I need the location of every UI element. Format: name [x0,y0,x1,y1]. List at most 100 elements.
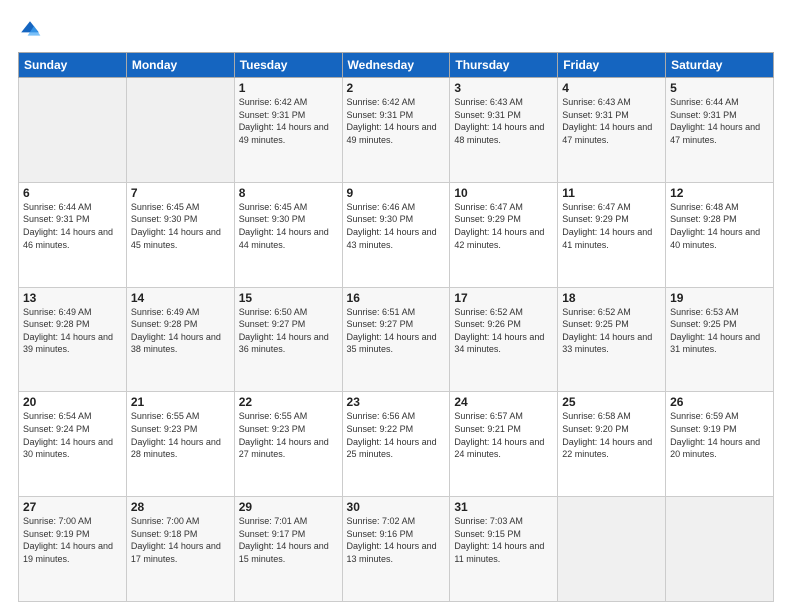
calendar-cell: 10 Sunrise: 6:47 AMSunset: 9:29 PMDayligh… [450,182,558,287]
calendar: SundayMondayTuesdayWednesdayThursdayFrid… [18,52,774,602]
calendar-cell: 25Sunrise: 6:58 AMSunset: 9:20 PMDayligh… [558,392,666,497]
calendar-week-2: 6 Sunrise: 6:44 AMSunset: 9:31 PMDaylight… [19,182,774,287]
day-number: 9 [347,186,446,200]
day-number: 22 [239,395,338,409]
calendar-cell: 21 Sunrise: 6:55 AMSunset: 9:23 PMDayligh… [126,392,234,497]
weekday-header-wednesday: Wednesday [342,53,450,78]
day-number: 18 [562,291,661,305]
day-info: Sunrise: 7:02 AMSunset: 9:16 PMDaylight:… [347,516,437,564]
day-number: 27 [23,500,122,514]
day-number: 19 [670,291,769,305]
day-info: Sunrise: 6:44 AMSunset: 9:31 PMDaylight:… [670,97,760,145]
day-number: 23 [347,395,446,409]
calendar-cell: 15Sunrise: 6:50 AMSunset: 9:27 PMDayligh… [234,287,342,392]
day-number: 31 [454,500,553,514]
calendar-cell: 31 Sunrise: 7:03 AMSunset: 9:15 PMDayligh… [450,497,558,602]
day-number: 14 [131,291,230,305]
calendar-cell: 30 Sunrise: 7:02 AMSunset: 9:16 PMDayligh… [342,497,450,602]
calendar-cell: 1 Sunrise: 6:42 AMSunset: 9:31 PMDaylight… [234,78,342,183]
calendar-week-4: 20 Sunrise: 6:54 AMSunset: 9:24 PMDayligh… [19,392,774,497]
calendar-cell: 9Sunrise: 6:46 AMSunset: 9:30 PMDaylight… [342,182,450,287]
day-number: 26 [670,395,769,409]
day-number: 15 [239,291,338,305]
calendar-cell: 29 Sunrise: 7:01 AMSunset: 9:17 PMDayligh… [234,497,342,602]
calendar-cell: 8 Sunrise: 6:45 AMSunset: 9:30 PMDaylight… [234,182,342,287]
day-number: 29 [239,500,338,514]
weekday-header-tuesday: Tuesday [234,53,342,78]
day-info: Sunrise: 6:55 AMSunset: 9:23 PMDaylight:… [239,411,329,459]
calendar-cell: 7 Sunrise: 6:45 AMSunset: 9:30 PMDaylight… [126,182,234,287]
calendar-cell: 4 Sunrise: 6:43 AMSunset: 9:31 PMDaylight… [558,78,666,183]
calendar-cell: 2 Sunrise: 6:42 AMSunset: 9:31 PMDaylight… [342,78,450,183]
day-info: Sunrise: 6:57 AMSunset: 9:21 PMDaylight:… [454,411,544,459]
calendar-cell: 14 Sunrise: 6:49 AMSunset: 9:28 PMDayligh… [126,287,234,392]
weekday-header-thursday: Thursday [450,53,558,78]
day-number: 1 [239,81,338,95]
day-number: 5 [670,81,769,95]
day-info: Sunrise: 6:52 AMSunset: 9:25 PMDaylight:… [562,307,652,355]
day-info: Sunrise: 6:44 AMSunset: 9:31 PMDaylight:… [23,202,113,250]
calendar-week-3: 13 Sunrise: 6:49 AMSunset: 9:28 PMDayligh… [19,287,774,392]
calendar-cell: 27 Sunrise: 7:00 AMSunset: 9:19 PMDayligh… [19,497,127,602]
day-info: Sunrise: 7:03 AMSunset: 9:15 PMDaylight:… [454,516,544,564]
page: SundayMondayTuesdayWednesdayThursdayFrid… [0,0,792,612]
calendar-cell: 19Sunrise: 6:53 AMSunset: 9:25 PMDayligh… [666,287,774,392]
calendar-cell: 22 Sunrise: 6:55 AMSunset: 9:23 PMDayligh… [234,392,342,497]
day-number: 8 [239,186,338,200]
calendar-cell: 5 Sunrise: 6:44 AMSunset: 9:31 PMDaylight… [666,78,774,183]
day-info: Sunrise: 7:00 AMSunset: 9:18 PMDaylight:… [131,516,221,564]
calendar-cell: 18 Sunrise: 6:52 AMSunset: 9:25 PMDayligh… [558,287,666,392]
calendar-cell: 11Sunrise: 6:47 AMSunset: 9:29 PMDayligh… [558,182,666,287]
day-number: 10 [454,186,553,200]
calendar-cell: 12 Sunrise: 6:48 AMSunset: 9:28 PMDayligh… [666,182,774,287]
day-number: 13 [23,291,122,305]
day-info: Sunrise: 6:43 AMSunset: 9:31 PMDaylight:… [454,97,544,145]
calendar-cell: 16 Sunrise: 6:51 AMSunset: 9:27 PMDayligh… [342,287,450,392]
day-info: Sunrise: 6:42 AMSunset: 9:31 PMDaylight:… [347,97,437,145]
calendar-cell [126,78,234,183]
calendar-cell: 6 Sunrise: 6:44 AMSunset: 9:31 PMDaylight… [19,182,127,287]
day-info: Sunrise: 7:01 AMSunset: 9:17 PMDaylight:… [239,516,329,564]
calendar-cell [19,78,127,183]
day-info: Sunrise: 6:56 AMSunset: 9:22 PMDaylight:… [347,411,437,459]
day-info: Sunrise: 6:55 AMSunset: 9:23 PMDaylight:… [131,411,221,459]
calendar-cell: 28 Sunrise: 7:00 AMSunset: 9:18 PMDayligh… [126,497,234,602]
calendar-cell: 26Sunrise: 6:59 AMSunset: 9:19 PMDayligh… [666,392,774,497]
day-info: Sunrise: 6:49 AMSunset: 9:28 PMDaylight:… [23,307,113,355]
day-info: Sunrise: 6:42 AMSunset: 9:31 PMDaylight:… [239,97,329,145]
day-number: 12 [670,186,769,200]
day-number: 2 [347,81,446,95]
day-info: Sunrise: 6:58 AMSunset: 9:20 PMDaylight:… [562,411,652,459]
calendar-cell: 24Sunrise: 6:57 AMSunset: 9:21 PMDayligh… [450,392,558,497]
calendar-cell: 20 Sunrise: 6:54 AMSunset: 9:24 PMDayligh… [19,392,127,497]
day-number: 4 [562,81,661,95]
day-info: Sunrise: 6:45 AMSunset: 9:30 PMDaylight:… [131,202,221,250]
day-info: Sunrise: 6:47 AMSunset: 9:29 PMDaylight:… [562,202,652,250]
calendar-week-1: 1 Sunrise: 6:42 AMSunset: 9:31 PMDaylight… [19,78,774,183]
day-number: 3 [454,81,553,95]
header [18,18,774,42]
day-info: Sunrise: 6:49 AMSunset: 9:28 PMDaylight:… [131,307,221,355]
day-info: Sunrise: 6:47 AMSunset: 9:29 PMDaylight:… [454,202,544,250]
weekday-header-sunday: Sunday [19,53,127,78]
weekday-header-friday: Friday [558,53,666,78]
calendar-cell [558,497,666,602]
logo [18,18,46,42]
calendar-cell: 3 Sunrise: 6:43 AMSunset: 9:31 PMDaylight… [450,78,558,183]
calendar-cell: 13 Sunrise: 6:49 AMSunset: 9:28 PMDayligh… [19,287,127,392]
day-number: 16 [347,291,446,305]
day-number: 30 [347,500,446,514]
day-info: Sunrise: 6:54 AMSunset: 9:24 PMDaylight:… [23,411,113,459]
day-info: Sunrise: 6:43 AMSunset: 9:31 PMDaylight:… [562,97,652,145]
day-number: 6 [23,186,122,200]
day-number: 28 [131,500,230,514]
day-number: 20 [23,395,122,409]
day-info: Sunrise: 6:51 AMSunset: 9:27 PMDaylight:… [347,307,437,355]
day-info: Sunrise: 7:00 AMSunset: 9:19 PMDaylight:… [23,516,113,564]
day-info: Sunrise: 6:45 AMSunset: 9:30 PMDaylight:… [239,202,329,250]
day-number: 21 [131,395,230,409]
weekday-header-monday: Monday [126,53,234,78]
day-info: Sunrise: 6:48 AMSunset: 9:28 PMDaylight:… [670,202,760,250]
calendar-cell [666,497,774,602]
day-number: 7 [131,186,230,200]
